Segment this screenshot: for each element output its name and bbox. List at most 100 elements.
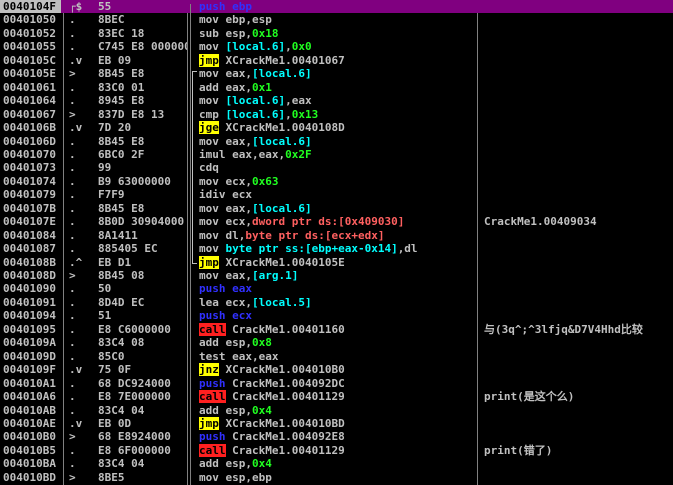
hex-bytes: EB 09 bbox=[98, 53, 132, 67]
operand: esp, bbox=[218, 403, 252, 417]
disasm-row[interactable]: 004010B0 >68 E8924000 push CrackMe1.004092… bbox=[0, 430, 673, 443]
disasm-row[interactable]: 00401055. C745 E8 00000000 mov [local.6],0… bbox=[0, 40, 673, 53]
disasm-row[interactable]: 0040105C .v EB 09 jmp XCrackMe1.00401067 bbox=[0, 53, 673, 67]
mnemonic: imul bbox=[199, 147, 226, 161]
hex-bytes: C745 E8 00000000 bbox=[98, 40, 187, 54]
address: 00401070 bbox=[3, 147, 56, 161]
disasm-row[interactable]: 0040107E. 8B0D 30904000 mov ecx,dword ptr … bbox=[0, 215, 673, 228]
instruction: add esp,0x8 bbox=[199, 336, 272, 349]
operand: , bbox=[285, 40, 292, 54]
hex-bytes: 8B45 08 bbox=[98, 269, 145, 282]
disasm-row[interactable]: 00401090. 50 push eax bbox=[0, 282, 673, 295]
disasm-row[interactable]: 0040106B .v 7D 20 jge XCrackMe1.0040108D bbox=[0, 121, 673, 135]
mnemonic: mov bbox=[199, 470, 219, 484]
disasm-row[interactable]: 0040109F .v 75 0F jnz XCrackMe1.004010B0 bbox=[0, 363, 673, 377]
disasm-row[interactable]: 004010BA. 83C4 04 add esp,0x4 bbox=[0, 457, 673, 470]
loop-bracket bbox=[192, 71, 197, 264]
instruction: jnz XCrackMe1.004010B0 bbox=[199, 363, 345, 377]
hex-bytes: 8B45 E8 bbox=[98, 201, 145, 215]
mnemonic: sub bbox=[199, 26, 219, 40]
disasm-row[interactable]: 0040107B. 8B45 E8 mov eax,[local.6] bbox=[0, 202, 673, 215]
hex-bytes: 55 bbox=[98, 0, 112, 13]
address: 00401084 bbox=[3, 228, 56, 242]
address: 004010A1 bbox=[3, 376, 56, 390]
disasm-row[interactable]: 0040108B .^ EB D1 jmp XCrackMe1.0040105E bbox=[0, 255, 673, 269]
operand: CrackMe1.00401160 bbox=[225, 322, 345, 336]
address: 0040106D bbox=[3, 134, 56, 148]
disasm-row[interactable]: 00401074. B9 63000000 mov ecx,0x63 bbox=[0, 175, 673, 188]
operand: [local.6] bbox=[252, 201, 312, 215]
jump-marker: . bbox=[69, 40, 76, 54]
jump-marker: . bbox=[69, 26, 76, 40]
instruction: mov esp,ebp bbox=[199, 471, 272, 484]
disasm-row[interactable]: 00401087. 885405 EC mov byte ptr ss:[ebp+e… bbox=[0, 242, 673, 255]
operand: ecx, bbox=[218, 215, 252, 229]
disasm-row[interactable]: 004010A6. E8 7E000000 call CrackMe1.004011… bbox=[0, 390, 673, 404]
disasm-row[interactable]: 00401067 >837D E8 13 cmp [local.6],0x13 bbox=[0, 108, 673, 121]
instruction: push CrackMe1.004092DC bbox=[199, 377, 345, 390]
address: 004010A6 bbox=[3, 390, 56, 404]
jump-marker: > bbox=[69, 67, 76, 81]
disasm-row[interactable]: 0040104F ┌$ 55 push ebp bbox=[0, 0, 673, 13]
address: 00401050 bbox=[3, 13, 56, 27]
address: 0040109F bbox=[3, 363, 56, 377]
instruction: mov [local.6],eax bbox=[199, 94, 312, 107]
comment: CrackMe1.00409034 bbox=[484, 215, 597, 229]
disasm-row[interactable]: 00401079. F7F9 idiv ecx bbox=[0, 188, 673, 201]
hex-bytes: 8A1411 bbox=[98, 228, 138, 242]
operand: ecx, bbox=[218, 174, 252, 188]
disasm-row[interactable]: 00401084. 8A1411 mov dl,byte ptr ds:[ecx+e… bbox=[0, 229, 673, 242]
comment: print(错了) bbox=[484, 443, 553, 457]
operand bbox=[219, 94, 226, 107]
operand: 0x13 bbox=[291, 107, 319, 121]
operand: XCrackMe1.0040108D bbox=[218, 121, 345, 135]
disasm-row[interactable]: 00401073. 99 cdq bbox=[0, 161, 673, 174]
instruction: mov byte ptr ss:[ebp+eax-0x14],dl bbox=[199, 242, 418, 255]
disasm-row[interactable]: 004010A1. 68 DC924000 push CrackMe1.004092… bbox=[0, 377, 673, 390]
disasm-row[interactable]: 0040109A. 83C4 08 add esp,0x8 bbox=[0, 336, 673, 349]
disasm-row[interactable]: 00401050. 8BEC mov ebp,esp bbox=[0, 13, 673, 26]
disasm-row[interactable]: 00401094. 51 push ecx bbox=[0, 309, 673, 322]
disasm-row[interactable]: 004010B5. E8 6F000000 call CrackMe1.004011… bbox=[0, 443, 673, 457]
address: 0040109A bbox=[3, 336, 56, 350]
operand: XCrackMe1.004010B0 bbox=[218, 363, 345, 377]
hex-bytes: 885405 EC bbox=[98, 242, 158, 256]
instruction: mov eax,[local.6] bbox=[199, 202, 312, 215]
disasm-row[interactable]: 004010AB. 83C4 04 add esp,0x4 bbox=[0, 404, 673, 417]
disasm-row[interactable]: 00401064. 8945 E8 mov [local.6],eax bbox=[0, 94, 673, 107]
disasm-row[interactable]: 00401091. 8D4D EC lea ecx,[local.5] bbox=[0, 296, 673, 309]
operand bbox=[219, 40, 226, 53]
operand: 0x18 bbox=[252, 26, 279, 40]
disasm-row[interactable]: 00401095. E8 C6000000 call CrackMe1.004011… bbox=[0, 322, 673, 336]
jump-marker: . bbox=[69, 390, 76, 404]
disasm-row[interactable]: 00401070. 6BC0 2F imul eax,eax,0x2F bbox=[0, 148, 673, 161]
hex-bytes: 83C4 04 bbox=[98, 403, 145, 417]
disasm-row[interactable]: 00401061. 83C0 01 add eax,0x1 bbox=[0, 81, 673, 94]
mnemonic: lea bbox=[199, 295, 219, 309]
operand: eax, bbox=[218, 80, 252, 94]
jump-marker: . bbox=[69, 188, 76, 202]
jump-marker: . bbox=[69, 174, 76, 188]
jump-marker: . bbox=[69, 443, 76, 457]
instruction: jmp XCrackMe1.004010BD bbox=[199, 416, 345, 430]
jump-marker: ┌$ bbox=[69, 0, 83, 13]
mnemonic: jmp bbox=[199, 53, 219, 67]
operand: eax, bbox=[218, 134, 252, 148]
disasm-row[interactable]: 0040108D >8B45 08 mov eax,[arg.1] bbox=[0, 269, 673, 282]
mnemonic: call bbox=[199, 322, 226, 336]
disasm-row[interactable]: 004010AE .v EB 0D jmp XCrackMe1.004010BD bbox=[0, 416, 673, 430]
instruction: mov ecx,0x63 bbox=[199, 175, 279, 188]
disasm-row[interactable]: 0040109D. 85C0 test eax,eax bbox=[0, 350, 673, 363]
disasm-row[interactable]: 004010BD >8BE5 mov esp,ebp bbox=[0, 471, 673, 484]
disasm-row[interactable]: 0040106D. 8B45 E8 mov eax,[local.6] bbox=[0, 135, 673, 148]
address: 00401052 bbox=[3, 26, 56, 40]
comment: print(是这个么) bbox=[484, 390, 575, 404]
disasm-row[interactable]: 0040105E >8B45 E8 mov eax,[local.6] bbox=[0, 67, 673, 80]
disassembly-pane[interactable]: 0040104F ┌$ 55 push ebp 00401050. 8BEC mov ebp… bbox=[0, 0, 673, 485]
mnemonic: jge bbox=[199, 121, 219, 135]
address: 00401064 bbox=[3, 94, 56, 108]
disasm-row[interactable]: 00401052. 83EC 18 sub esp,0x18 bbox=[0, 27, 673, 40]
hex-bytes: E8 C6000000 bbox=[98, 322, 171, 336]
hex-bytes: 837D E8 13 bbox=[98, 107, 165, 121]
operand: CrackMe1.004092E8 bbox=[225, 430, 345, 444]
